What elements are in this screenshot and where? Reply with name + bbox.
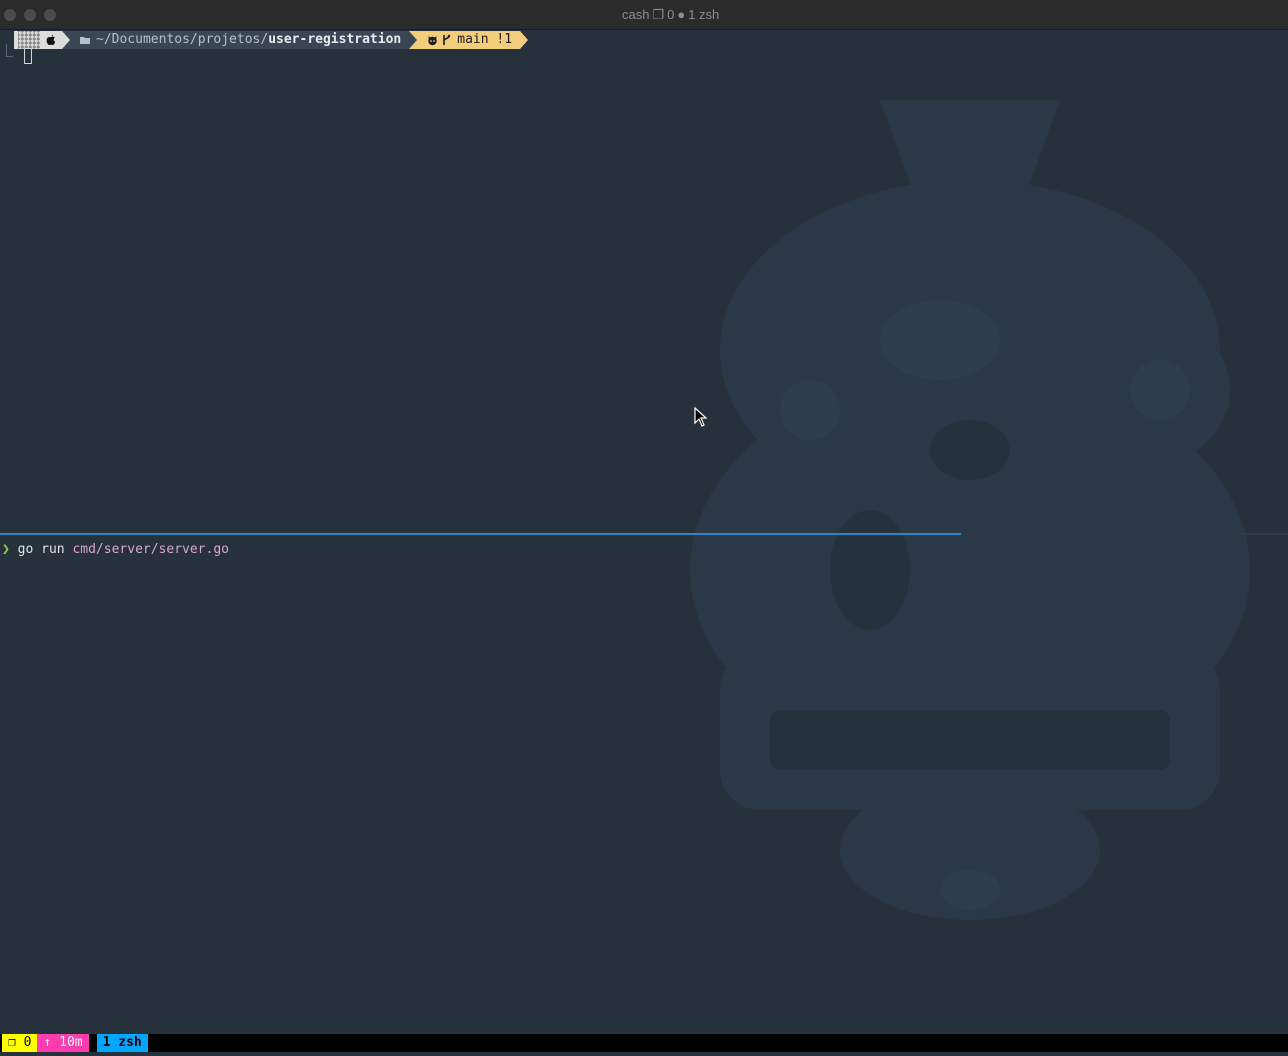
window-title: cash ❐ 0 ● 1 zsh — [0, 7, 1288, 23]
terminal-window: cash ❐ 0 ● 1 zsh ~/Documentos/projetos/ … — [0, 0, 1288, 1056]
git-branch: main — [457, 32, 489, 47]
folder-icon — [80, 37, 90, 44]
segment-separator — [520, 31, 529, 49]
apple-icon — [46, 34, 56, 45]
segment-separator — [62, 31, 70, 49]
session-name: cash — [622, 7, 650, 22]
shell-prompt: ~/Documentos/projetos/user-registration … — [14, 31, 529, 49]
git-status: !1 — [496, 32, 513, 47]
prompt-git-segment: main !1 — [417, 31, 521, 49]
title-bar: cash ❐ 0 ● 1 zsh — [0, 0, 1288, 30]
background-emblem-image — [690, 100, 1250, 920]
prompt-os-segment — [14, 31, 62, 49]
active-window-name: 1 zsh — [688, 7, 720, 22]
session-badge[interactable]: ❐ 0 — [2, 1034, 38, 1052]
text-cursor[interactable] — [24, 48, 32, 64]
command-path: cmd/server/server.go — [72, 542, 229, 557]
uptime-badge: ↑ 10m — [37, 1034, 89, 1052]
window-tab-1-zsh[interactable]: 1 zsh — [96, 1034, 148, 1052]
tmux-status-bar: ❐ 0 ↑ 10m 1 zsh — [0, 1034, 1288, 1052]
windows-count: 0 — [667, 7, 675, 22]
command-program: go run — [17, 542, 73, 557]
pane-divider[interactable] — [961, 533, 1288, 535]
github-icon — [428, 35, 437, 45]
windows-icon: ❐ — [652, 7, 665, 22]
command-line[interactable]: ❯ go run cmd/server/server.go — [2, 542, 229, 557]
checker-glyph-icon — [18, 31, 40, 49]
pane-divider-active[interactable] — [0, 533, 961, 535]
directory-prefix: ~/Documentos/projetos/ — [96, 32, 269, 47]
active-dot-icon: ● — [677, 7, 686, 22]
mouse-pointer-icon — [694, 407, 708, 427]
prompt-directory-segment: ~/Documentos/projetos/user-registration — [70, 31, 410, 49]
branch-icon — [443, 34, 451, 45]
prompt-arrow: ❯ — [2, 542, 10, 557]
previous-line-marker — [6, 44, 13, 57]
segment-separator — [409, 31, 418, 49]
directory-current: user-registration — [268, 32, 402, 47]
